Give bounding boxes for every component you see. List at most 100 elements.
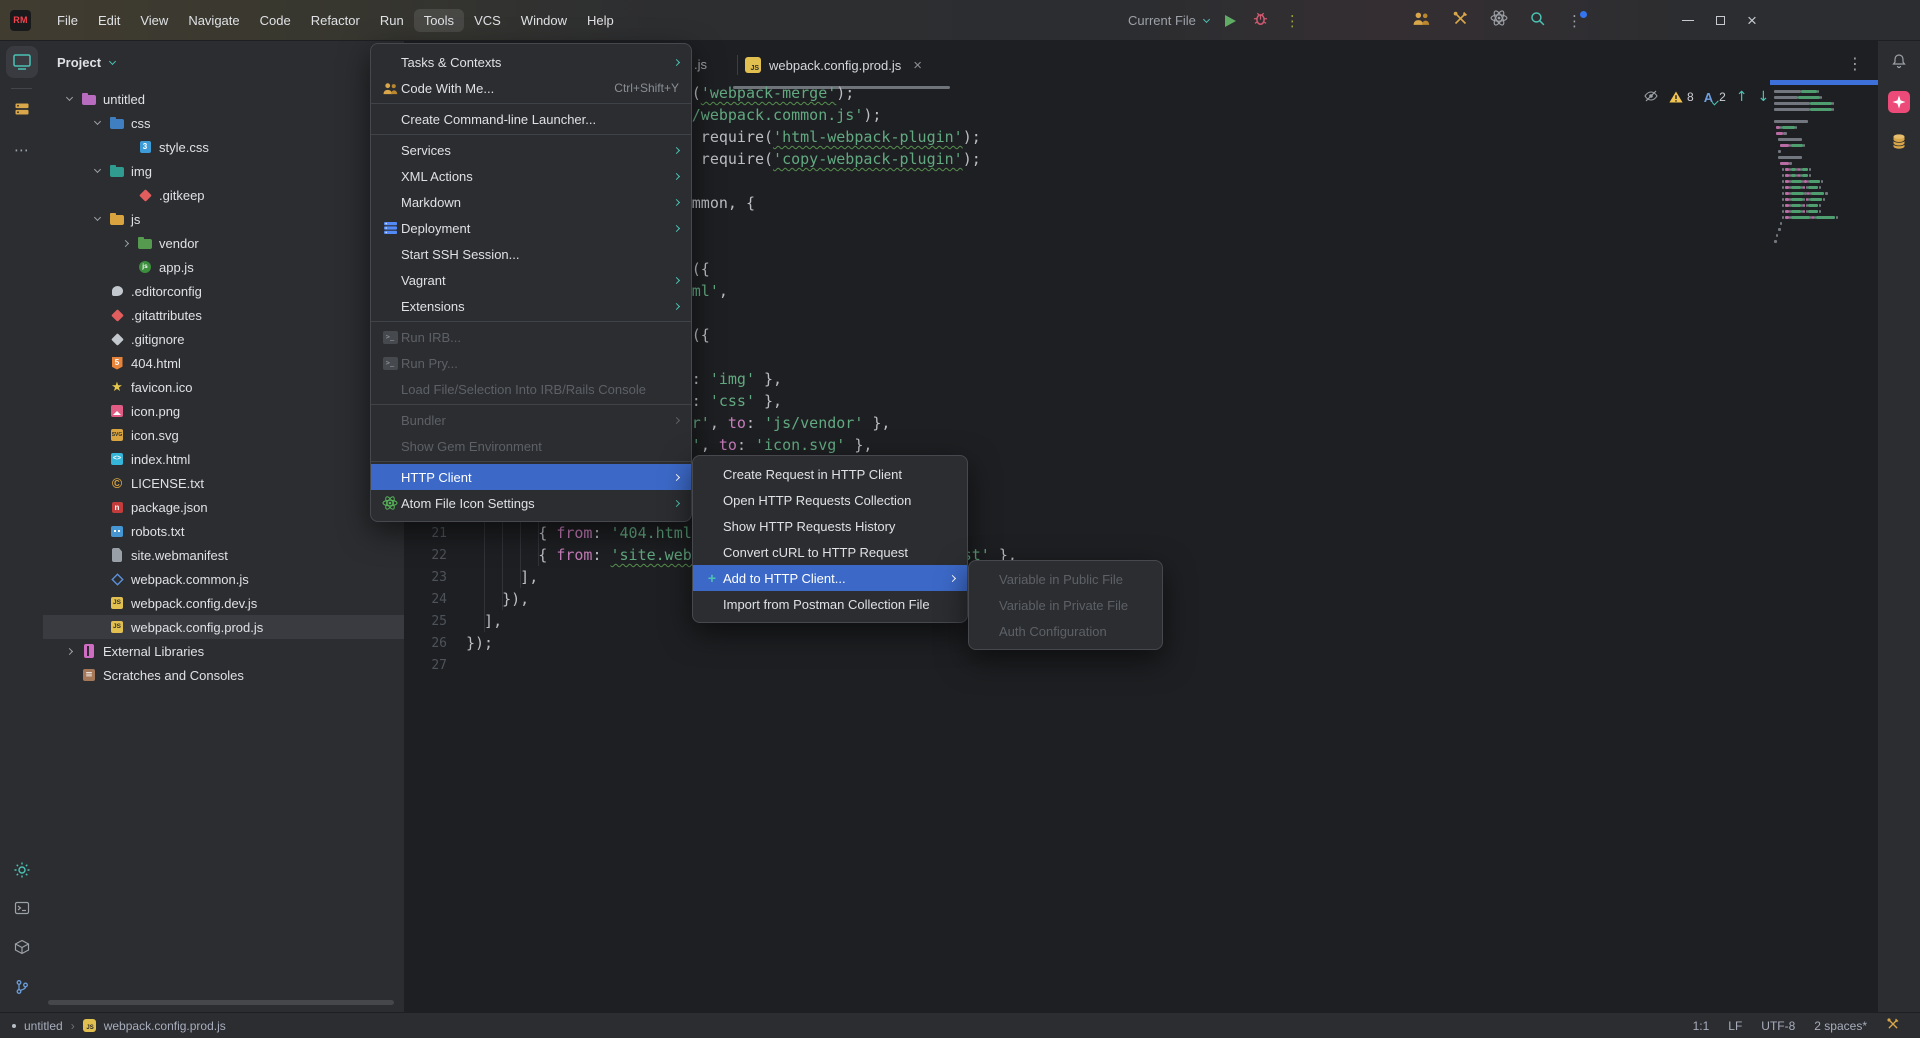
tree-item-untitled[interactable]: untitled (43, 87, 404, 111)
settings-menu-icon[interactable]: ⋮ (1567, 12, 1582, 30)
indent-setting[interactable]: 2 spaces* (1814, 1019, 1867, 1033)
chevron-down-icon[interactable] (93, 214, 100, 221)
tree-item-index-html[interactable]: index.html (43, 447, 404, 471)
tree-item-favicon-ico[interactable]: favicon.ico (43, 375, 404, 399)
debug-button[interactable] (1252, 10, 1269, 32)
breadcrumb-project[interactable]: untitled (24, 1019, 63, 1033)
warnings-indicator[interactable]: 8 (1669, 90, 1694, 104)
menu-item-convert-curl-to-http-request[interactable]: Convert cURL to HTTP Request (693, 539, 967, 565)
menu-item-create-command-line-launcher[interactable]: Create Command-line Launcher... (371, 106, 691, 132)
editor-options-icon[interactable]: ⋮ (1847, 54, 1863, 73)
menu-item-markdown[interactable]: Markdown (371, 189, 691, 215)
code-with-me-icon[interactable] (1412, 11, 1431, 31)
line-number[interactable]: 26 (405, 636, 447, 651)
tree-item-app-js[interactable]: app.js (43, 255, 404, 279)
chevron-down-icon[interactable] (93, 118, 100, 125)
chevron-down-icon[interactable] (65, 94, 72, 101)
menu-item-vagrant[interactable]: Vagrant (371, 267, 691, 293)
restore-button[interactable] (1716, 16, 1725, 25)
tree-item-editorconfig[interactable]: .editorconfig (43, 279, 404, 303)
typos-indicator[interactable]: A2 (1704, 90, 1726, 105)
gear-icon[interactable] (13, 861, 31, 879)
menubar-item-file[interactable]: File (47, 9, 88, 32)
menu-item-http-client[interactable]: HTTP Client (371, 464, 691, 490)
prev-problem-icon[interactable]: ↑ (1736, 89, 1748, 105)
line-number[interactable]: 23 (405, 570, 447, 585)
file-encoding[interactable]: UTF-8 (1761, 1019, 1795, 1033)
menubar-item-code[interactable]: Code (250, 9, 301, 32)
build-status-icon[interactable] (1886, 1017, 1900, 1034)
caret-position[interactable]: 1:1 (1693, 1019, 1710, 1033)
build-tools-icon[interactable] (1452, 10, 1469, 32)
horizontal-scrollbar[interactable] (48, 1000, 394, 1005)
menubar-item-help[interactable]: Help (577, 9, 624, 32)
menu-item-import-from-postman-collection-file[interactable]: Import from Postman Collection File (693, 591, 967, 617)
menu-item-extensions[interactable]: Extensions (371, 293, 691, 319)
run-button[interactable] (1225, 15, 1236, 27)
tree-item-gitkeep[interactable]: .gitkeep (43, 183, 404, 207)
tree-item-js[interactable]: js (43, 207, 404, 231)
menu-item-xml-actions[interactable]: XML Actions (371, 163, 691, 189)
services-toolwindow-button[interactable] (14, 939, 30, 955)
tree-item-webpack-common-js[interactable]: webpack.common.js (43, 567, 404, 591)
tree-item-404-html[interactable]: 404.html (43, 351, 404, 375)
tree-item-style-css[interactable]: style.css (43, 135, 404, 159)
tree-item-icon-png[interactable]: icon.png (43, 399, 404, 423)
menu-item-atom-file-icon-settings[interactable]: Atom File Icon Settings (371, 490, 691, 516)
line-number[interactable]: 24 (405, 592, 447, 607)
line-number[interactable]: 27 (405, 658, 447, 673)
menubar-item-run[interactable]: Run (370, 9, 414, 32)
code-line[interactable]: 27 (405, 654, 1727, 676)
menubar-item-view[interactable]: View (130, 9, 178, 32)
menu-item-start-ssh-session[interactable]: Start SSH Session... (371, 241, 691, 267)
menu-item-create-request-in-http-client[interactable]: Create Request in HTTP Client (693, 461, 967, 487)
notifications-bell-icon[interactable] (1891, 53, 1907, 69)
project-panel-header[interactable]: Project (57, 55, 115, 70)
menubar-item-refactor[interactable]: Refactor (301, 9, 370, 32)
search-everywhere-icon[interactable] (1529, 10, 1546, 32)
menu-item-add-to-http-client[interactable]: +Add to HTTP Client... (693, 565, 967, 591)
more-run-options-icon[interactable]: ⋮ (1285, 12, 1300, 30)
line-number[interactable]: 21 (405, 526, 447, 541)
close-tab-icon[interactable]: × (913, 57, 922, 74)
highlighting-level-icon[interactable] (1643, 88, 1659, 107)
tree-item-external-libraries[interactable]: External Libraries (43, 639, 404, 663)
run-configuration-select[interactable]: Current File (1128, 13, 1209, 28)
tree-item-scratches-and-consoles[interactable]: Scratches and Consoles (43, 663, 404, 687)
menu-item-tasks-contexts[interactable]: Tasks & Contexts (371, 49, 691, 75)
line-number[interactable]: 25 (405, 614, 447, 629)
chevron-down-icon[interactable] (93, 166, 100, 173)
tree-item-package-json[interactable]: package.json (43, 495, 404, 519)
next-problem-icon[interactable]: ↓ (1758, 89, 1770, 105)
menu-item-code-with-me[interactable]: Code With Me...Ctrl+Shift+Y (371, 75, 691, 101)
tree-item-css[interactable]: css (43, 111, 404, 135)
tree-item-vendor[interactable]: vendor (43, 231, 404, 255)
tree-item-icon-svg[interactable]: icon.svg (43, 423, 404, 447)
minimize-button[interactable] (1682, 20, 1694, 22)
menu-item-open-http-requests-collection[interactable]: Open HTTP Requests Collection (693, 487, 967, 513)
close-button[interactable]: × (1747, 12, 1757, 29)
project-toolwindow-button[interactable] (6, 46, 38, 78)
menu-item-services[interactable]: Services (371, 137, 691, 163)
terminal-toolwindow-button[interactable] (14, 900, 30, 916)
bookmarks-toolwindow-button[interactable] (14, 101, 30, 117)
minimap[interactable] (1770, 80, 1878, 292)
chevron-right-icon[interactable] (121, 239, 128, 246)
menubar-item-navigate[interactable]: Navigate (178, 9, 249, 32)
menu-item-deployment[interactable]: Deployment (371, 215, 691, 241)
tree-item-site-webmanifest[interactable]: site.webmanifest (43, 543, 404, 567)
tree-item-gitignore[interactable]: .gitignore (43, 327, 404, 351)
breadcrumb-file[interactable]: webpack.config.prod.js (104, 1019, 226, 1033)
tree-item-webpack-config-prod-js[interactable]: webpack.config.prod.js (43, 615, 404, 639)
line-separator[interactable]: LF (1728, 1019, 1742, 1033)
tree-item-license-txt[interactable]: LICENSE.txt (43, 471, 404, 495)
tree-item-gitattributes[interactable]: .gitattributes (43, 303, 404, 327)
ai-assistant-icon[interactable] (1888, 91, 1910, 113)
database-toolwindow-button[interactable] (1891, 133, 1907, 150)
menubar-item-edit[interactable]: Edit (88, 9, 130, 32)
more-toolwindows-icon[interactable]: ⋯ (14, 141, 29, 159)
menubar-item-window[interactable]: Window (511, 9, 577, 32)
atom-icon[interactable] (1490, 9, 1508, 32)
menubar-item-tools[interactable]: Tools (414, 9, 464, 32)
tree-item-robots-txt[interactable]: robots.txt (43, 519, 404, 543)
